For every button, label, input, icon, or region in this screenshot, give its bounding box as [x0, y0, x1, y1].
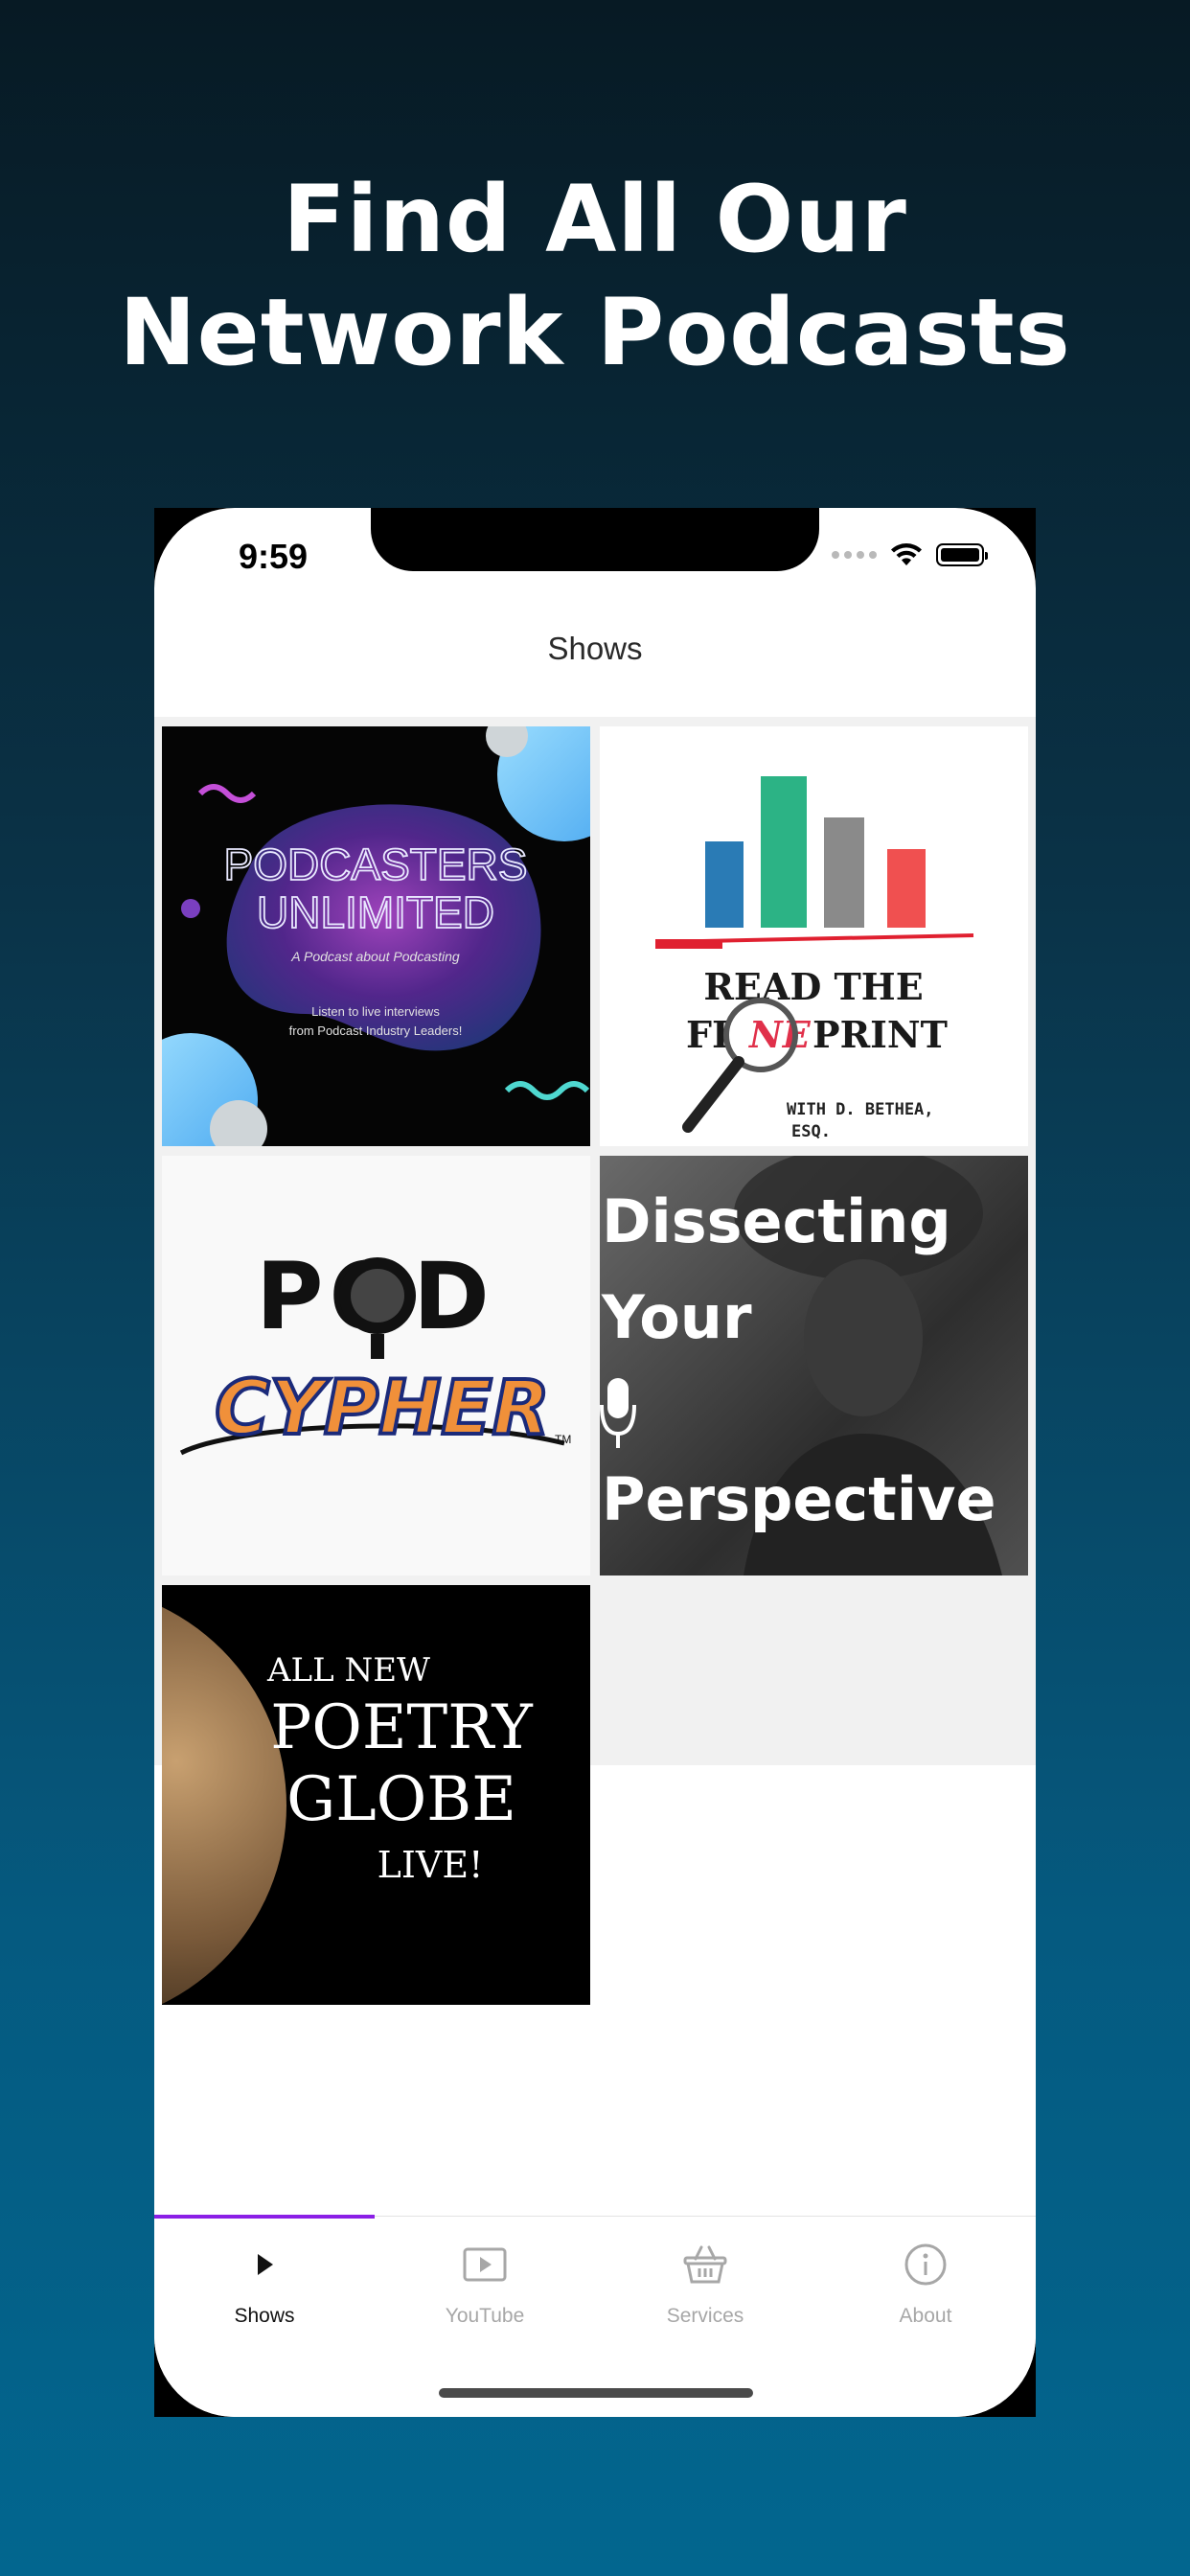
shows-grid: PODCASTERS UNLIMITED A Podcast about Pod…	[154, 717, 1036, 2005]
tab-services[interactable]: Services	[595, 2238, 815, 2334]
show-tile-read-the-fine-print[interactable]: READ THE FI NE PRINT WITH D. BETHEA, ESQ…	[600, 726, 1028, 1146]
phone-frame: 9:59 Shows PODCASTERS UNLIMITED A Podcas…	[154, 508, 1036, 2417]
show-title-ne: NE	[748, 1013, 812, 1056]
info-icon	[904, 2243, 947, 2286]
tab-label: Services	[666, 2305, 744, 2327]
battery-icon	[936, 543, 988, 566]
active-tab-indicator	[154, 2215, 375, 2219]
tab-label: YouTube	[445, 2305, 525, 2327]
show-tile-dissecting-your-perspective[interactable]: Dissecting Your Perspective	[600, 1156, 1028, 1576]
show-artwork: Dissecting Your Perspective	[600, 1156, 1002, 1576]
show-tile-podcasters-unlimited[interactable]: PODCASTERS UNLIMITED A Podcast about Pod…	[162, 726, 590, 1146]
show-title-line-3: GLOBE	[286, 1764, 516, 1835]
notch	[371, 508, 819, 571]
video-play-icon	[463, 2247, 507, 2282]
wifi-icon	[891, 543, 922, 565]
show-title-line-1: ALL NEW	[266, 1651, 430, 1690]
tab-label: About	[899, 2305, 952, 2327]
show-artwork: POD CYPHER TM	[162, 1156, 590, 1576]
basket-icon	[683, 2245, 727, 2284]
show-title-line-2: POETRY	[270, 1692, 533, 1763]
status-time: 9:59	[239, 537, 309, 576]
show-tile-poetry-globe[interactable]: ALL NEW POETRY GLOBE LIVE!	[162, 1585, 590, 2005]
status-icons	[832, 540, 988, 569]
headline-line-1: Find All Our	[283, 166, 907, 273]
tab-youtube[interactable]: YouTube	[375, 2238, 595, 2334]
play-icon	[258, 2254, 273, 2275]
show-subtitle: A Podcast about Podcasting	[290, 949, 460, 964]
home-indicator[interactable]	[439, 2388, 753, 2398]
show-artwork: PODCASTERS UNLIMITED A Podcast about Pod…	[162, 726, 590, 1146]
show-artwork: ALL NEW POETRY GLOBE LIVE!	[162, 1606, 533, 2005]
show-title-line-2: UNLIMITED	[257, 887, 494, 937]
show-desc-line-2: from Podcast Industry Leaders!	[289, 1024, 463, 1038]
show-title-line-1: READ THE	[703, 965, 923, 1008]
headline: Find All Our Network Podcasts	[0, 163, 1190, 389]
show-artwork: READ THE FI NE PRINT WITH D. BETHEA, ESQ…	[655, 776, 974, 1141]
show-title-fi: FI	[686, 1013, 729, 1056]
show-title-line-3: Perspective	[602, 1464, 996, 1534]
show-title-line-1: PODCASTERS	[224, 840, 528, 889]
show-byline-2: ESQ.	[791, 1122, 831, 1141]
app-screen: 9:59 Shows PODCASTERS UNLIMITED A Podcas…	[154, 508, 1036, 2417]
show-trademark: TM	[555, 1433, 571, 1446]
tab-shows[interactable]: Shows	[154, 2238, 375, 2334]
show-desc-line-1: Listen to live interviews	[311, 1004, 440, 1019]
show-title-line-2: Your	[601, 1282, 752, 1352]
tab-label: Shows	[234, 2305, 295, 2327]
show-title-line-4: LIVE!	[378, 1844, 484, 1886]
show-tile-pod-cypher[interactable]: POD CYPHER TM	[162, 1156, 590, 1576]
signal-icon	[832, 551, 877, 559]
headline-line-2: Network Podcasts	[119, 279, 1071, 386]
tab-bar: Shows YouTube Services About	[154, 2215, 1036, 2417]
tab-about[interactable]: About	[815, 2238, 1036, 2334]
show-byline: WITH D. BETHEA,	[787, 1100, 934, 1119]
page-title: Shows	[547, 631, 643, 666]
show-title-line-2: CYPHER	[215, 1366, 550, 1452]
show-title-print: PRINT	[812, 1013, 948, 1056]
show-title-line-1: Dissecting	[602, 1186, 951, 1256]
